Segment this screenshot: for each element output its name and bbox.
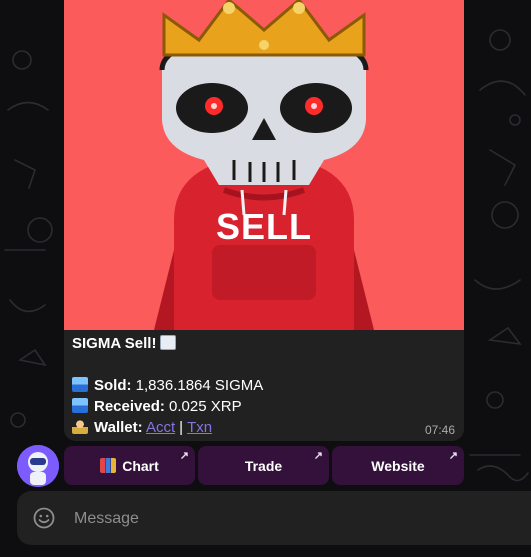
outbox-tray-icon (72, 377, 88, 392)
message-bubble: SELL SIGMA Sell! Sold: 1,836.1864 SIGMA … (64, 0, 464, 441)
message-composer (17, 491, 531, 545)
chart-button[interactable]: Chart ↗ (64, 446, 195, 485)
link-separator: | (179, 419, 184, 436)
person-icon (72, 419, 88, 434)
received-label: Received: (94, 398, 165, 415)
received-line: Received: 0.025 XRP (72, 396, 456, 417)
sold-line: Sold: 1,836.1864 SIGMA (72, 375, 456, 396)
trade-button[interactable]: Trade ↗ (198, 446, 329, 485)
message-title: SIGMA Sell! (72, 335, 157, 352)
acct-link[interactable]: Acct (146, 419, 175, 436)
message-photo[interactable]: SELL (64, 0, 464, 330)
sender-avatar[interactable] (17, 445, 59, 487)
external-link-icon: ↗ (179, 450, 189, 462)
inbox-tray-icon (72, 398, 88, 413)
sold-label: Sold: (94, 377, 132, 394)
emoji-icon[interactable] (33, 507, 55, 529)
website-button-label: Website (371, 457, 425, 474)
message-time: 07:46 (424, 423, 455, 437)
chart-decreasing-icon (160, 335, 177, 350)
external-link-icon: ↗ (448, 450, 458, 462)
external-link-icon: ↗ (313, 450, 323, 462)
received-value: 0.025 XRP (169, 398, 242, 415)
wallet-line: Wallet: Acct | Txn (72, 417, 456, 438)
website-button[interactable]: Website ↗ (332, 446, 464, 485)
trade-button-label: Trade (244, 457, 283, 474)
bar-chart-icon (100, 458, 117, 473)
message-input[interactable] (72, 503, 496, 535)
message-caption: SIGMA Sell! Sold: 1,836.1864 SIGMA Recei… (72, 333, 456, 438)
photo-sell-text: SELL (215, 206, 312, 247)
sold-value: 1,836.1864 SIGMA (135, 377, 264, 394)
wallet-label: Wallet: (94, 419, 143, 436)
txn-link[interactable]: Txn (187, 419, 212, 436)
chart-button-label: Chart (122, 457, 159, 474)
